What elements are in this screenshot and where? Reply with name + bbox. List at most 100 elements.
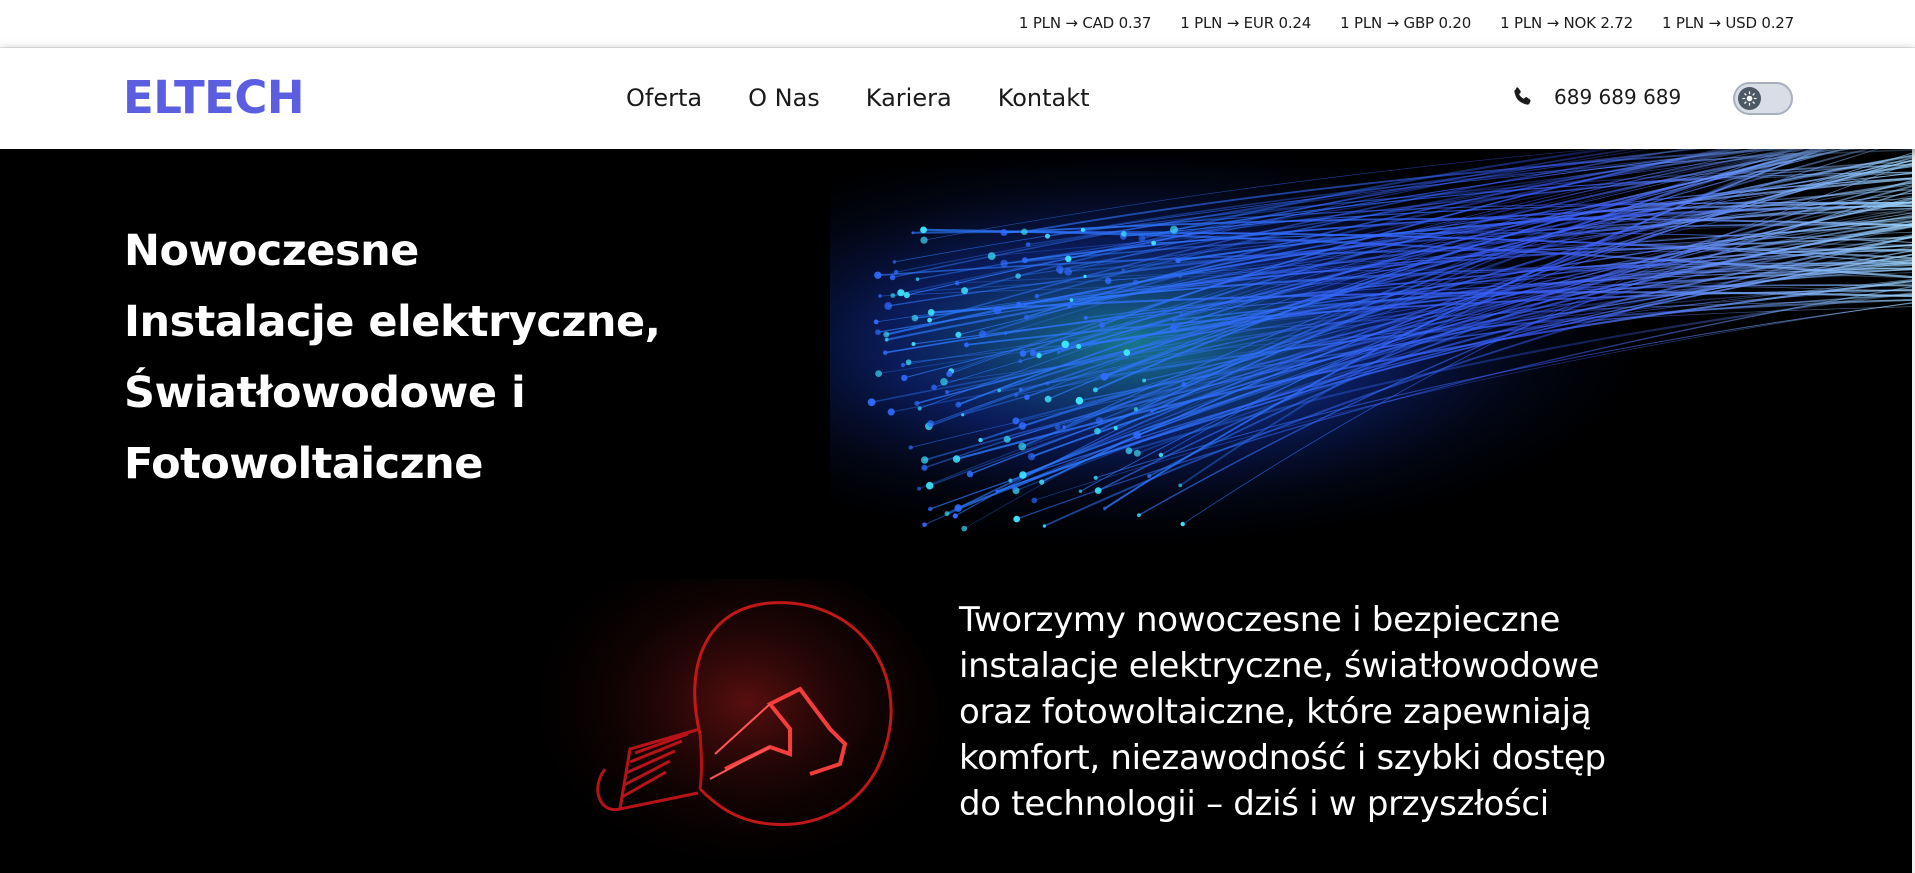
fiber-tip <box>889 274 896 281</box>
fiber-tip <box>1133 407 1138 412</box>
fiber-tip <box>1180 521 1185 527</box>
fiber-tip <box>1179 312 1184 317</box>
fiber-tip <box>1012 417 1020 425</box>
fiber-tip <box>931 384 937 391</box>
currency-bar: 1 PLN → CAD 0.37 1 PLN → EUR 0.24 1 PLN … <box>0 0 1915 48</box>
fiber-tip <box>927 420 935 428</box>
fiber-tip <box>921 456 929 464</box>
fiber-tip <box>892 260 897 264</box>
currency-rate-cad: 1 PLN → CAD 0.37 <box>1018 14 1152 32</box>
theme-toggle[interactable] <box>1733 82 1793 115</box>
fiber-tip <box>944 390 950 395</box>
fiber-tip <box>884 302 893 310</box>
fiber-tip <box>1083 274 1087 278</box>
currency-rate-nok: 1 PLN → NOK 2.72 <box>1500 14 1633 32</box>
fiber-tip <box>1142 378 1147 383</box>
fiber-tip <box>1034 293 1040 299</box>
fiber-tip <box>1056 265 1064 274</box>
hero-section: Nowoczesne Instalacje elektryczne, Świat… <box>0 149 1915 873</box>
fiber-tip <box>1039 479 1045 485</box>
fiber-tip <box>1133 449 1141 457</box>
hero-description-line: Tworzymy nowoczesne i bezpieczne <box>959 600 1561 640</box>
fiber-tip <box>978 330 987 338</box>
fiber-tip <box>952 513 958 519</box>
fiber-tip <box>1027 452 1036 461</box>
fiber-tip <box>1003 435 1011 443</box>
fiber-tip <box>961 287 969 295</box>
fiber-tip <box>1023 314 1029 320</box>
logo[interactable]: ELTECH <box>123 71 305 124</box>
main-nav: Oferta O Nas Kariera Kontakt <box>626 84 1090 112</box>
fiber-tip <box>1056 350 1061 354</box>
fiber-tip <box>920 226 927 234</box>
fiber-tip <box>1064 267 1073 276</box>
hero-description-line: oraz fotowoltaiczne, które zapewniają <box>959 692 1592 732</box>
fiber-tip <box>993 306 1002 315</box>
fiber-tip <box>987 252 996 260</box>
fiber-tip <box>1181 381 1187 387</box>
fiber-tip <box>955 401 962 408</box>
phone-contact[interactable]: 689 689 689 <box>1510 85 1681 109</box>
fiber-tip <box>1093 475 1098 480</box>
fiber-tip <box>1147 473 1152 479</box>
fiber-tip <box>1123 349 1131 356</box>
fiber-tip <box>1069 298 1074 302</box>
fiber-tip <box>1042 524 1047 528</box>
fiber-tip <box>914 400 920 407</box>
fiber-tip <box>1003 331 1008 335</box>
phone-number[interactable]: 689 689 689 <box>1554 85 1681 109</box>
fiber-tip <box>1170 225 1178 234</box>
fiber-tip <box>1158 452 1164 458</box>
hero-description-line: instalacje elektryczne, światłowodowe <box>959 646 1600 686</box>
fiber-tip <box>1018 359 1023 364</box>
fiber-tip <box>944 511 950 517</box>
hero-title-line: Instalacje elektryczne, <box>124 297 661 347</box>
fiber-tip <box>882 350 888 355</box>
fiber-tip <box>1132 279 1139 286</box>
light-bulb-image <box>510 579 940 873</box>
fiber-tip <box>1137 513 1141 518</box>
nav-item-kariera[interactable]: Kariera <box>866 84 952 112</box>
fiber-tip <box>1044 395 1052 403</box>
fiber-tip <box>925 481 934 490</box>
fiber-tip <box>911 314 919 322</box>
fiber-tip <box>1178 273 1182 278</box>
fiber-tip <box>867 398 876 407</box>
nav-item-kontakt[interactable]: Kontakt <box>998 84 1090 112</box>
fiber-tip <box>927 317 932 323</box>
fiber-tip <box>1170 324 1177 332</box>
fiber-tip <box>917 406 922 411</box>
fiber-tip <box>1133 431 1141 439</box>
fiber-tip <box>961 525 968 532</box>
currency-rates: 1 PLN → CAD 0.37 1 PLN → EUR 0.24 1 PLN … <box>1019 14 1794 32</box>
fiber-tip <box>901 374 908 382</box>
fiber-tip <box>1094 427 1101 435</box>
fiber-tip <box>1113 426 1118 430</box>
fiber-tip <box>954 280 960 286</box>
currency-rate-eur: 1 PLN → EUR 0.24 <box>1180 14 1312 32</box>
fiber-tip <box>1045 233 1050 239</box>
fiber-optic-image <box>830 149 1915 579</box>
site-header: ELTECH Oferta O Nas Kariera Kontakt 689 … <box>0 48 1915 149</box>
fiber-tip <box>884 337 889 342</box>
fiber-tip <box>927 309 935 316</box>
fiber-tip <box>908 445 913 450</box>
nav-item-oferta[interactable]: Oferta <box>626 84 702 112</box>
fiber-tip <box>978 437 983 443</box>
fiber-tip <box>1178 483 1183 488</box>
fiber-tip <box>961 413 965 417</box>
fiber-tip <box>893 269 899 275</box>
fiber-tip <box>920 236 928 244</box>
fiber-tip <box>1036 352 1042 359</box>
fiber-tip <box>1076 343 1082 349</box>
fiber-tip <box>1019 350 1027 357</box>
fiber-tip <box>1083 315 1088 320</box>
nav-item-o-nas[interactable]: O Nas <box>748 84 820 112</box>
fiber-tip <box>952 455 961 463</box>
fiber-tip <box>1172 318 1176 322</box>
fiber-tip <box>1066 302 1072 308</box>
fiber-tip <box>1103 374 1108 379</box>
fiber-tip <box>1062 425 1066 429</box>
fiber-tip <box>997 388 1001 393</box>
fiber-tip <box>1075 396 1084 405</box>
